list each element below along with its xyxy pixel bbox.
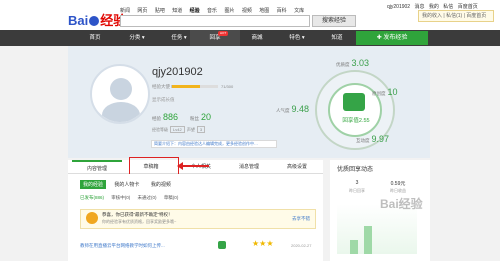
top-nav-item[interactable]: 网页: [137, 8, 147, 14]
arrow-line: [179, 165, 209, 167]
side-chart-area: [337, 204, 417, 254]
grow-text[interactable]: 显示成长值: [152, 97, 175, 103]
tab-content-management[interactable]: 内容管理: [72, 160, 122, 174]
stat-label: 粉丝: [190, 116, 199, 121]
metric-quality: 优质度 3.03: [336, 58, 369, 68]
metric-popularity: 人气度 9.48: [276, 104, 309, 114]
medal-icon: [86, 212, 98, 224]
subtab-bar: 我的经验 我的人物卡 我的视频: [80, 180, 178, 189]
top-nav-item[interactable]: 贴吧: [155, 8, 165, 14]
baidu-jingyan-logo[interactable]: Bai 经验: [68, 10, 126, 29]
side-title: 优质回享动态: [337, 167, 374, 173]
level-value: 71/300: [221, 84, 234, 89]
metric-label: 互动度: [356, 138, 370, 143]
top-nav-item-active[interactable]: 经验: [190, 8, 200, 14]
metric-interaction: 互动度 9.97: [356, 134, 389, 144]
tab-personal[interactable]: 个人相关: [176, 160, 226, 174]
top-nav-item[interactable]: 地图: [259, 8, 269, 14]
side-stat-count: 3: [355, 180, 359, 186]
username-link[interactable]: qjy201902: [387, 4, 410, 10]
metric-originality: 原创度 10: [372, 87, 398, 97]
side-bar: [364, 226, 372, 254]
tab-bar: 内容管理 草稿箱 个人相关 消息管理 高级设置: [68, 160, 323, 174]
layers-icon: [343, 93, 365, 111]
avatar[interactable]: [90, 64, 150, 124]
tab-advanced-settings[interactable]: 高级设置: [272, 160, 322, 174]
tip-title: 恭喜，你已获得“最新不确定”特权！: [102, 212, 173, 217]
score-label: 回享值2.55: [342, 118, 370, 124]
tab-messages[interactable]: 消息管理: [224, 160, 274, 174]
filter-rejected[interactable]: 未通过(0): [138, 195, 157, 200]
metric-value: 9.97: [371, 134, 390, 144]
side-bar: [350, 240, 358, 254]
arrow-head-icon: [177, 162, 183, 170]
filter-published[interactable]: 已发布(886): [80, 195, 104, 200]
tip-link[interactable]: 去享不错: [292, 216, 310, 222]
status-filter: 已发布(886) 审核中(0) 未通过(0) 草稿(0): [80, 195, 184, 201]
metric-value: 10: [387, 87, 398, 97]
top-nav-item[interactable]: 视频: [242, 8, 252, 14]
main-nav-zhidao[interactable]: 知道: [312, 30, 362, 46]
side-stat-income-label: 昨日收益: [390, 188, 406, 193]
user-info: qjy201902 消息 我的 私信 百度首页: [384, 3, 478, 10]
subtab-my-experience[interactable]: 我的经验: [80, 180, 107, 189]
list-item-title[interactable]: 教师在用直播云平台网络教学时如何上传...: [80, 243, 165, 248]
stat-value: 20: [201, 112, 212, 122]
level-progress-bar: [172, 85, 218, 88]
stat-label: 经验: [152, 116, 161, 121]
highlight-box: [129, 157, 179, 175]
avatar-head-icon: [110, 78, 132, 100]
notice-bar[interactable]: 我的收入 | 私信(1) | 百度首页: [418, 10, 494, 22]
logo-text-left: Bai: [68, 13, 89, 28]
filter-drafts[interactable]: 草稿(0): [164, 195, 179, 200]
filter-reviewing[interactable]: 审核中(0): [111, 195, 130, 200]
top-nav-item[interactable]: 新闻: [120, 8, 130, 14]
hot-badge: HOT: [218, 31, 228, 36]
stat-experience: 经验 886: [152, 112, 178, 122]
list-item-date: 2020-02-27: [291, 243, 312, 248]
list-item[interactable]: 教师在用直播云平台网络教学时如何上传...: [80, 240, 316, 252]
subtab-my-cards[interactable]: 我的人物卡: [111, 180, 142, 189]
stat-value: 886: [163, 112, 179, 122]
top-nav-item[interactable]: 文库: [294, 8, 304, 14]
search-input[interactable]: [120, 15, 310, 27]
tag-badge: Lv42: [170, 126, 185, 133]
tag-row: 经验等级 Lv42 声望 3: [152, 126, 206, 133]
verified-icon: [218, 241, 226, 249]
metric-value: 9.48: [291, 104, 310, 114]
watermark: Bai经验: [380, 197, 423, 211]
metric-label: 人气度: [276, 108, 290, 113]
rating-stars: ★★★: [252, 239, 274, 248]
side-stat-income: 0.59元: [390, 181, 406, 187]
top-nav-item[interactable]: 音乐: [207, 8, 217, 14]
level-progress-fill: [172, 85, 200, 88]
tag-badge-2: 3: [196, 126, 206, 133]
publish-button[interactable]: ✚ 发布经验: [356, 31, 428, 45]
tag-label: 经验等级: [152, 127, 168, 132]
subtab-my-videos[interactable]: 我的视频: [148, 180, 174, 189]
tip-subtitle: 你的经验享有优质资格，回享奖励更多哦~: [102, 219, 177, 224]
avatar-body-icon: [102, 102, 140, 122]
intro-text[interactable]: 简要介绍下：内容由经验达人编辑完成，更多经验创作中…: [151, 140, 277, 148]
top-nav-item[interactable]: 图片: [224, 8, 234, 14]
stat-fans[interactable]: 粉丝 20: [190, 112, 211, 122]
search-button[interactable]: 搜索经验: [312, 15, 356, 27]
top-nav-item[interactable]: 知道: [172, 8, 182, 14]
profile-username: qjy201902: [152, 66, 203, 78]
side-stat-count-label: 昨日回享: [349, 188, 365, 193]
top-nav-item[interactable]: 百科: [277, 8, 287, 14]
paw-icon: [89, 16, 100, 26]
metric-label: 优质度: [336, 62, 350, 67]
metric-label: 原创度: [372, 91, 386, 96]
tag-label-2: 声望: [186, 127, 195, 132]
top-nav: 新闻 网页 贴吧 知道 经验 音乐 图片 视频 地图 百科 文库: [120, 7, 310, 14]
metric-value: 3.03: [351, 58, 370, 68]
